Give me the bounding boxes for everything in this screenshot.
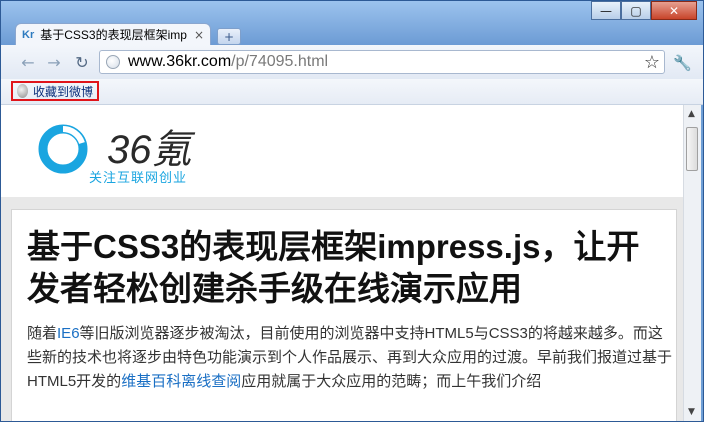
browser-tab-active[interactable]: Kr 基于CSS3的表现层框架imp × [15, 23, 211, 45]
article-paragraph: 随着IE6等旧版浏览器逐步被淘汰，目前使用的浏览器中支持HTML5与CSS3的将… [27, 325, 673, 390]
vertical-scrollbar[interactable]: ▲ ▼ [683, 105, 701, 421]
title-bar: — ▢ ✕ Kr 基于CSS3的表现层框架imp × + [1, 1, 703, 45]
browser-toolbar: ← → ↻ www.36kr.com/p/74095.html ☆ 🔧 [1, 45, 703, 80]
scroll-thumb[interactable] [686, 127, 698, 171]
tab-title: 基于CSS3的表现层框架imp [40, 28, 187, 42]
logo-tagline: 关注互联网创业 [89, 170, 188, 185]
address-bar[interactable]: www.36kr.com/p/74095.html ☆ [99, 50, 665, 74]
reload-icon[interactable]: ↻ [73, 53, 91, 72]
link-ie6[interactable]: IE6 [57, 325, 80, 342]
maximize-button[interactable]: ▢ [621, 1, 651, 20]
link-wiki-offline[interactable]: 维基百科离线查阅 [121, 373, 241, 390]
site-header: 36氪 关注互联网创业 [9, 105, 683, 197]
browser-window: — ▢ ✕ Kr 基于CSS3的表现层框架imp × + ← → ↻ www.3… [0, 0, 704, 422]
url-text: www.36kr.com/p/74095.html [128, 53, 329, 70]
article-card: 基于CSS3的表现层框架impress.js，让开发者轻松创建杀手级在线演示应用… [11, 209, 677, 421]
tab-close-icon[interactable]: × [194, 28, 204, 42]
bookmarks-bar: 收藏到微博 [1, 79, 703, 105]
minimize-button[interactable]: — [591, 1, 621, 20]
bookmark-label: 收藏到微博 [32, 84, 93, 99]
article-headline: 基于CSS3的表现层框架impress.js，让开发者轻松创建杀手级在线演示应用 [27, 228, 640, 307]
scroll-down-icon[interactable]: ▼ [688, 407, 695, 417]
window-controls: — ▢ ✕ [591, 1, 697, 21]
36kr-logo-icon[interactable] [35, 121, 91, 177]
scroll-up-icon[interactable]: ▲ [688, 109, 695, 119]
back-arrow-icon[interactable]: ← [19, 53, 37, 72]
page-viewport: 36氪 关注互联网创业 基于CSS3的表现层框架impress.js，让开发者轻… [1, 105, 683, 421]
bookmark-item-weibo[interactable]: 收藏到微博 [11, 81, 99, 101]
close-window-button[interactable]: ✕ [651, 1, 697, 20]
bookmark-star-icon[interactable]: ☆ [644, 52, 660, 73]
site-favicon-icon: Kr [22, 28, 35, 41]
wrench-menu-icon[interactable]: 🔧 [673, 54, 692, 72]
bookmark-globe-icon [17, 84, 28, 98]
content-area: 基于CSS3的表现层框架impress.js，让开发者轻松创建杀手级在线演示应用… [1, 197, 683, 421]
page-info-globe-icon[interactable] [106, 55, 120, 69]
forward-arrow-icon[interactable]: → [45, 53, 63, 72]
new-tab-button[interactable]: + [217, 28, 241, 45]
